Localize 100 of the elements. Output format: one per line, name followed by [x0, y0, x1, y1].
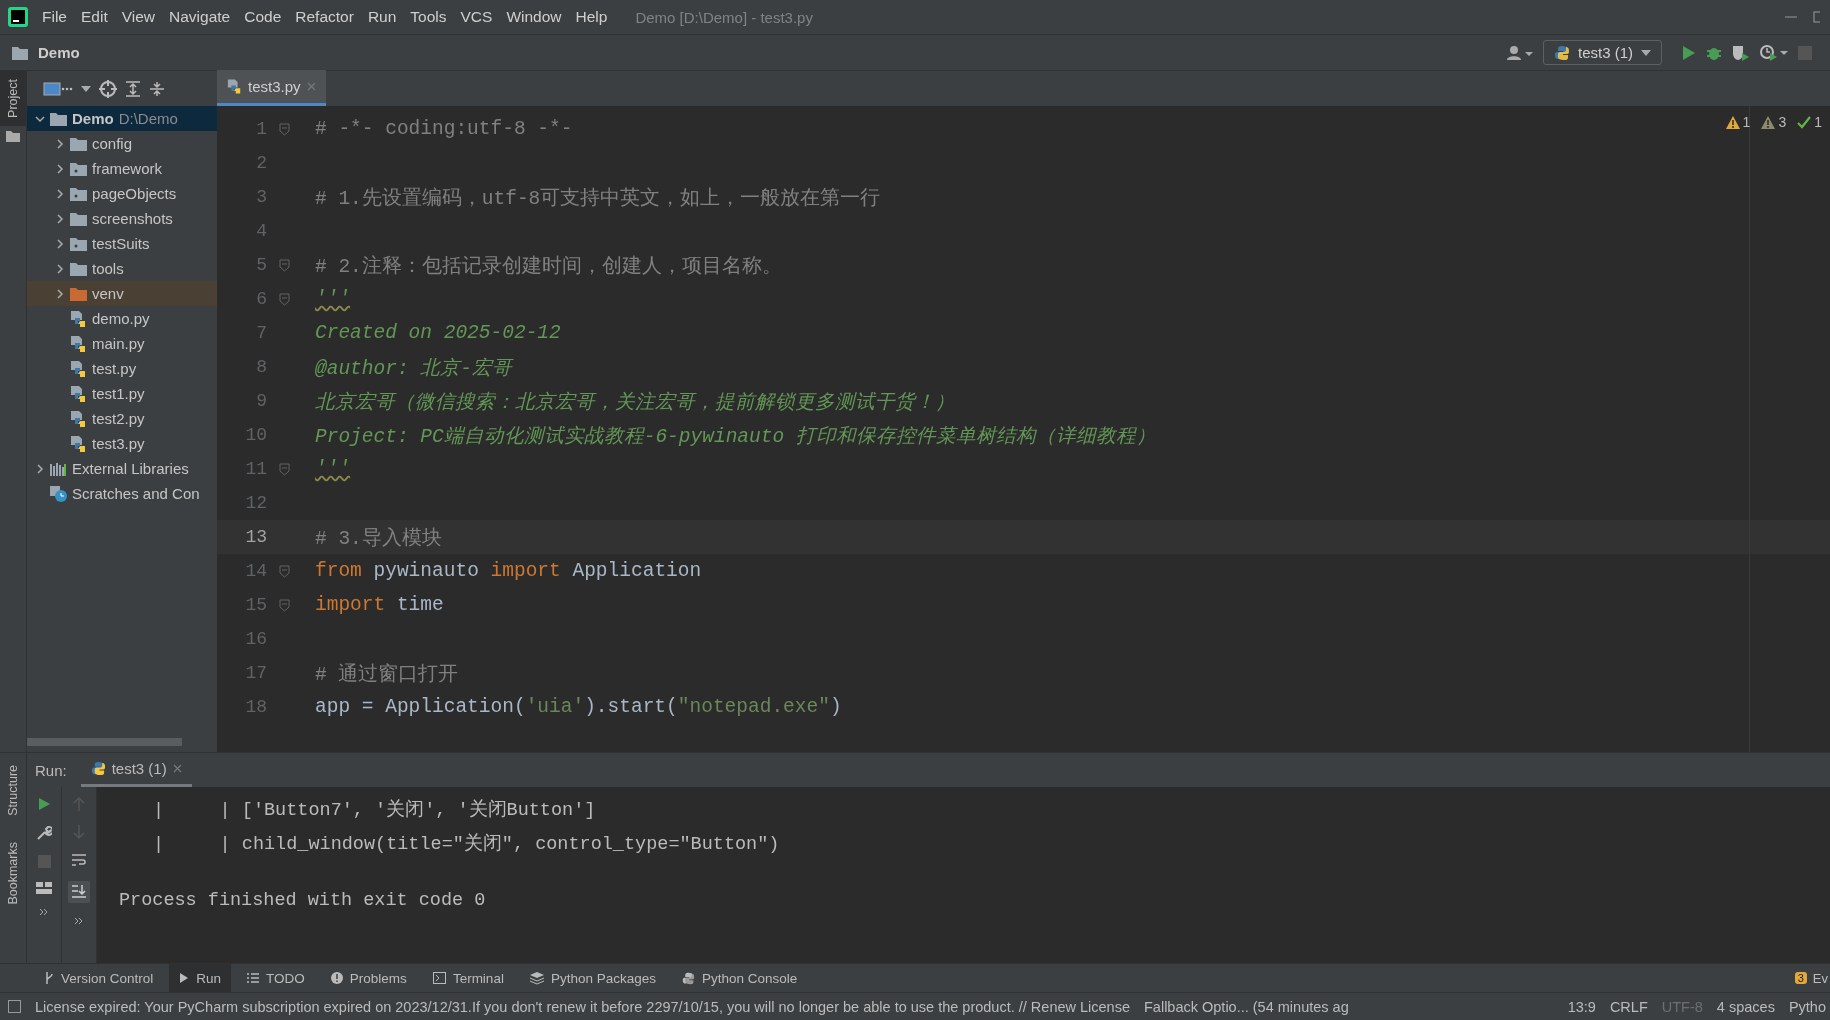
user-icon[interactable] [1506, 44, 1533, 61]
menu-item[interactable]: Code [244, 8, 282, 26]
structure-tool-tab[interactable]: Structure [6, 757, 20, 824]
scroll-to-end-icon[interactable] [68, 881, 90, 903]
run-configuration-dropdown[interactable]: test3 (1) [1542, 40, 1662, 65]
status-item[interactable]: Pytho [1788, 998, 1826, 1015]
collapse-all-icon[interactable] [149, 80, 165, 97]
tree-item[interactable]: demo.py [27, 306, 217, 331]
python-file-icon [70, 435, 87, 452]
menu-item[interactable]: Help [575, 8, 608, 26]
menu-item[interactable]: Edit [81, 8, 108, 26]
code-line: 北京宏哥（微信搜索：北京宏哥，关注宏哥，提前解锁更多测试干货！） [314, 390, 955, 415]
wrench-icon[interactable] [36, 825, 52, 841]
weak-warning-icon[interactable] [1761, 115, 1776, 129]
editor-tab[interactable]: test3.py [217, 70, 326, 106]
dropdown-caret-icon [1641, 49, 1651, 56]
panel-toggle-icon[interactable] [8, 1000, 21, 1013]
event-log-tab[interactable]: Ev [1812, 970, 1828, 986]
menu-item[interactable]: View [121, 8, 156, 26]
more-icon[interactable] [39, 908, 49, 916]
status-item[interactable]: 13:9 [1567, 998, 1596, 1015]
tool-window-tab[interactable]: Terminal [422, 964, 514, 992]
folder-icon [70, 211, 87, 226]
chevron-icon [35, 113, 45, 124]
tree-item[interactable]: testSuits [27, 231, 217, 256]
python-file-icon [70, 410, 87, 427]
tool-window-tab[interactable]: TODO [237, 964, 315, 992]
project-tool-tab[interactable]: Project [0, 71, 26, 126]
menu-item[interactable]: Refactor [295, 8, 354, 26]
fold-marker-icon[interactable] [279, 258, 290, 272]
tree-item[interactable]: tools [27, 256, 217, 281]
ellipsis-icon[interactable] [61, 86, 73, 91]
locate-icon[interactable] [99, 79, 117, 98]
console-output-line: | | child_window(title="关闭", control_type="Button") [153, 832, 780, 855]
tree-item[interactable]: test.py [27, 356, 217, 381]
tool-window-tab[interactable]: Run [169, 964, 232, 992]
menu-item[interactable]: File [42, 8, 67, 26]
tree-item[interactable]: pageObjects [27, 181, 217, 206]
menu-item[interactable]: Navigate [169, 8, 231, 26]
tree-item-path: D:\Demo [118, 110, 178, 127]
check-icon[interactable] [1797, 115, 1812, 129]
soft-wrap-icon[interactable] [71, 853, 87, 867]
fold-marker-icon[interactable] [279, 122, 290, 136]
expand-all-icon[interactable] [125, 80, 141, 97]
tree-item[interactable]: screenshots [27, 206, 217, 231]
tree-item[interactable]: venv [27, 281, 217, 306]
tree-item[interactable]: test1.py [27, 381, 217, 406]
chevron-icon [55, 238, 65, 249]
coverage-icon[interactable] [1732, 44, 1750, 61]
fold-marker-icon[interactable] [279, 462, 290, 476]
python-file-icon [70, 360, 87, 377]
fold-marker-icon[interactable] [279, 598, 290, 612]
tree-item[interactable]: External Libraries [27, 456, 217, 481]
profiler-icon[interactable] [1760, 44, 1788, 61]
rerun-icon[interactable] [37, 797, 51, 811]
chevron-icon [55, 213, 65, 224]
chevron-icon [55, 188, 65, 199]
tool-window-tab[interactable]: Problems [320, 964, 417, 992]
code-line: import time [314, 594, 444, 616]
python-file-icon [70, 310, 87, 327]
python-file-icon [70, 335, 87, 352]
restore-icon[interactable] [1812, 10, 1820, 24]
tree-item[interactable]: config [27, 131, 217, 156]
folder-icon[interactable] [6, 129, 20, 142]
bookmarks-tool-tab[interactable]: Bookmarks [6, 833, 20, 913]
fold-marker-icon[interactable] [279, 564, 290, 578]
run-icon[interactable] [1680, 44, 1696, 61]
warning-icon[interactable] [1725, 115, 1740, 129]
folder-icon [12, 45, 28, 60]
inspection-count: 3 [1778, 114, 1787, 130]
close-icon[interactable] [172, 764, 182, 773]
menu-item[interactable]: VCS [460, 8, 493, 26]
folder-icon [70, 286, 87, 301]
menu-item[interactable]: Run [367, 8, 397, 26]
code-line: # 通过窗口打开 [314, 662, 459, 687]
tree-item[interactable]: Scratches and Con [27, 481, 217, 506]
tree-item[interactable]: test3.py [27, 431, 217, 456]
layout-icon[interactable] [36, 882, 52, 894]
menu-item[interactable]: Window [506, 8, 562, 26]
line-number: 14 [244, 561, 267, 581]
tool-window-tab[interactable]: Version Control [34, 964, 164, 992]
tool-window-tab[interactable]: Python Packages [519, 964, 666, 992]
breadcrumb[interactable]: Demo [38, 44, 80, 61]
horizontal-scrollbar[interactable] [27, 738, 182, 746]
view-options-icon[interactable] [43, 80, 61, 97]
line-number: 10 [244, 425, 267, 445]
tool-window-tab[interactable]: Python Console [671, 964, 808, 992]
fold-marker-icon[interactable] [279, 292, 290, 306]
tree-item[interactable]: Demo D:\Demo [27, 106, 217, 131]
tree-item[interactable]: main.py [27, 331, 217, 356]
menu-item[interactable]: Tools [410, 8, 447, 26]
status-item[interactable]: CRLF [1609, 998, 1648, 1015]
more-icon[interactable] [74, 917, 84, 925]
line-number: 1 [255, 119, 267, 139]
line-number: 6 [255, 289, 267, 309]
tree-item[interactable]: test2.py [27, 406, 217, 431]
status-message[interactable]: License expired: Your PyCharm subscription expired on 2023/12/31.If you don't renew it before 2297/10/15, you will no longer be able to use the product. // Renew License [35, 998, 1130, 1015]
tree-item[interactable]: framework [27, 156, 217, 181]
status-item[interactable]: 4 spaces [1716, 998, 1775, 1015]
dropdown-caret-icon[interactable] [81, 85, 91, 92]
